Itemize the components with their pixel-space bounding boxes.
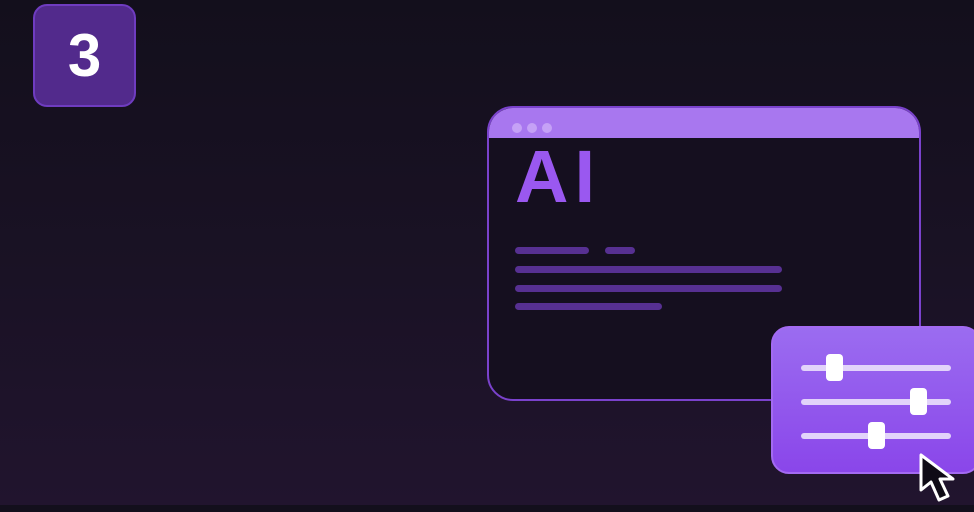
window-dot-icon xyxy=(542,123,552,133)
slider-track[interactable] xyxy=(801,388,951,415)
text-placeholder-line xyxy=(515,303,662,310)
text-placeholder-line xyxy=(515,247,589,254)
slider-track[interactable] xyxy=(801,354,951,381)
step-badge: 3 xyxy=(33,4,136,107)
slider-thumb[interactable] xyxy=(909,388,927,415)
mouse-pointer-icon xyxy=(919,453,955,502)
text-placeholder-line xyxy=(605,247,635,254)
text-placeholder-line xyxy=(515,285,782,292)
text-placeholder-line xyxy=(515,266,782,273)
window-dot-icon xyxy=(512,123,522,133)
slider-thumb[interactable] xyxy=(825,354,843,381)
window-dot-icon xyxy=(527,123,537,133)
slider-thumb[interactable] xyxy=(867,422,885,449)
step-number: 3 xyxy=(67,21,102,89)
ai-logo: AI xyxy=(515,135,601,218)
slider-track[interactable] xyxy=(801,422,951,449)
window-titlebar xyxy=(489,108,919,138)
